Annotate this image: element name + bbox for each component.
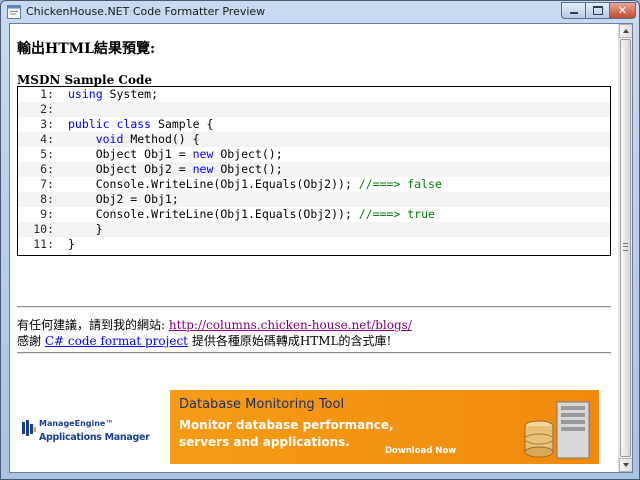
credits-suffix: 提供各種原始碼轉成HTML的含式庫! [188, 334, 392, 348]
keyword: using [68, 87, 103, 101]
close-button[interactable]: ✕ [609, 2, 636, 19]
divider-top [17, 306, 611, 308]
banner-title: Database Monitoring Tool [179, 397, 345, 412]
code-text: Console.WriteLine(Obj1.Equals(Obj2)); //… [68, 177, 442, 191]
scroll-down-button[interactable] [619, 458, 632, 472]
line-number: 1: [40, 87, 54, 101]
code-line: 2: [18, 102, 610, 117]
line-number: 4: [40, 132, 54, 146]
app-icon [7, 5, 21, 19]
blog-link[interactable]: http://columns.chicken-house.net/blogs/ [169, 318, 412, 332]
code-text: Console.WriteLine(Obj1.Equals(Obj2)); //… [68, 207, 435, 221]
keyword: new [192, 162, 214, 176]
scroll-up-button[interactable] [619, 24, 632, 38]
app-window: ChickenHouse.NET Code Formatter Preview … [0, 0, 640, 480]
window-title: ChickenHouse.NET Code Formatter Preview [26, 5, 266, 18]
code-line: 9: Console.WriteLine(Obj1.Equals(Obj2));… [18, 207, 610, 222]
code-text: void Method() { [95, 132, 200, 146]
arrow-up-icon [623, 29, 629, 33]
grip-icon [623, 243, 628, 251]
line-number: 6: [40, 162, 54, 176]
comment: //===> false [358, 177, 442, 191]
divider-bottom [17, 352, 611, 354]
code-text: Object Obj1 = new Object(); [68, 147, 283, 161]
code-text: public class Sample { [68, 117, 214, 131]
code-text: using System; [68, 87, 159, 101]
page-title: 輸出HTML結果預覽: [17, 41, 156, 57]
line-number: 9: [40, 207, 54, 221]
code-text: Obj2 = Obj1; [68, 192, 179, 206]
line-number: 5: [40, 147, 54, 161]
line-number: 8: [40, 192, 54, 206]
code-line: 1: using System; [18, 87, 610, 102]
credits-line: 感謝 C# code format project 提供各種原始碼轉成HTML的… [17, 332, 391, 349]
code-line: 11:} [18, 237, 610, 252]
line-number: 2: [40, 102, 54, 116]
comment: //===> true [358, 207, 435, 221]
browser-view: 輸出HTML結果預覽: MSDN Sample Code 1: using Sys… [9, 23, 633, 473]
database-server-icon [524, 401, 590, 459]
maximize-button[interactable] [585, 2, 610, 19]
credits-prefix: 感謝 [17, 334, 45, 348]
line-number: 7: [40, 177, 54, 191]
line-number: 10: [33, 222, 54, 236]
code-line: 4: void Method() { [18, 132, 610, 147]
code-caption: MSDN Sample Code [17, 73, 152, 87]
page-content: 輸出HTML結果預覽: MSDN Sample Code 1: using Sys… [10, 24, 618, 472]
code-line: 7: Console.WriteLine(Obj1.Equals(Obj2));… [18, 177, 610, 192]
line-number: 3: [40, 117, 54, 131]
scroll-thumb[interactable] [620, 39, 631, 457]
keyword: public [68, 117, 110, 131]
download-now-link[interactable]: Download Now [385, 446, 456, 456]
suggestion-text: 有任何建議，請到我的網站: [17, 318, 169, 332]
line-number: 11: [33, 237, 54, 251]
minimize-button[interactable] [561, 2, 586, 19]
code-text: } [68, 237, 75, 251]
code-block: 1: using System; 2: 3: public class Sample… [17, 86, 611, 256]
keyword: new [192, 147, 214, 161]
suggestion-line: 有任何建議，請到我的網站: http://columns.chicken-hou… [17, 316, 412, 333]
code-text: Object Obj2 = new Object(); [68, 162, 283, 176]
code-line: 6: Object Obj2 = new Object(); [18, 162, 610, 177]
arrow-down-icon [623, 463, 629, 467]
manageengine-logo-icon [22, 420, 36, 436]
maximize-icon [592, 6, 603, 15]
close-icon: ✕ [617, 4, 628, 17]
minimize-icon [569, 12, 578, 14]
banner-logo-panel: ManageEngine™ Applications Manager [17, 390, 170, 464]
banner-product: Applications Manager [39, 432, 150, 443]
code-format-project-link[interactable]: C# code format project [45, 334, 188, 348]
code-line: 3: public class Sample { [18, 117, 610, 132]
code-line: 8: Obj2 = Obj1; [18, 192, 610, 207]
keyword: class [116, 117, 152, 131]
code-line: 5: Object Obj1 = new Object(); [18, 147, 610, 162]
banner-brand: ManageEngine™ [39, 419, 114, 428]
ad-banner[interactable]: ManageEngine™ Applications Manager Datab… [17, 390, 599, 464]
vertical-scrollbar[interactable] [618, 24, 632, 472]
keyword: void [95, 132, 124, 146]
code-line: 10: } [18, 222, 610, 237]
code-text: } [68, 222, 103, 236]
title-bar[interactable]: ChickenHouse.NET Code Formatter Preview … [1, 1, 639, 23]
